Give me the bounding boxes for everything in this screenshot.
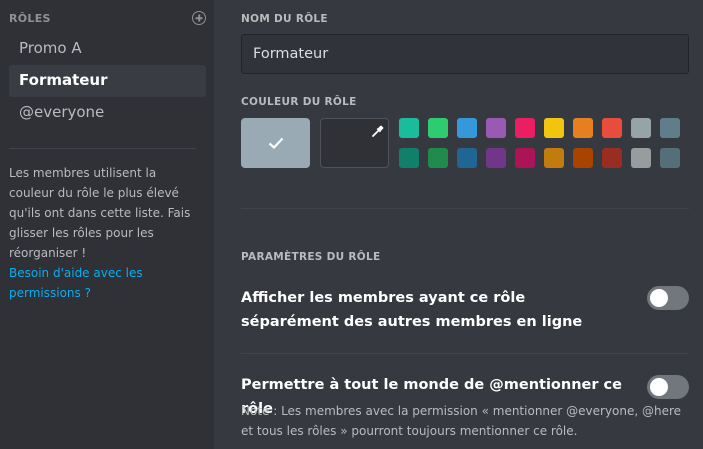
setting-divider [241, 353, 689, 354]
color-swatch-3[interactable] [457, 118, 477, 138]
role-settings-label: PARAMÈTRES DU RÔLE [241, 251, 381, 263]
check-icon [268, 137, 284, 149]
add-role-icon[interactable] [192, 11, 206, 25]
color-swatch-17[interactable] [573, 148, 593, 168]
custom-color-swatch[interactable] [320, 118, 389, 168]
separate-display-setting-label: Afficher les membres ayant ce rôle sépar… [241, 290, 583, 330]
permissions-help-link[interactable]: Besoin d'aide avec les permissions ? [9, 263, 204, 303]
role-color-label: COULEUR DU RÔLE [241, 96, 357, 108]
toggle-knob [650, 378, 668, 396]
roles-header: RÔLES [9, 11, 206, 25]
color-swatch-2[interactable] [428, 118, 448, 138]
role-list: Promo A Formateur @everyone [9, 33, 206, 129]
role-order-help-text: Les membres utilisent la couleur du rôle… [9, 166, 191, 260]
toggle-knob [650, 289, 668, 307]
sidebar-divider [9, 148, 196, 149]
role-settings-panel: NOM DU RÔLE COULEUR DU RÔLE PARAMÈTRES D… [241, 0, 689, 449]
role-item-promo-a[interactable]: Promo A [9, 33, 206, 65]
color-swatch-15[interactable] [515, 148, 535, 168]
color-swatch-5[interactable] [515, 118, 535, 138]
color-swatch-13[interactable] [457, 148, 477, 168]
color-swatch-14[interactable] [486, 148, 506, 168]
color-swatch-20[interactable] [660, 148, 680, 168]
role-item-formateur[interactable]: Formateur [9, 65, 206, 97]
separate-display-toggle[interactable] [647, 286, 689, 310]
color-swatch-7[interactable] [573, 118, 593, 138]
color-swatch-8[interactable] [602, 118, 622, 138]
roles-sidebar: RÔLES Promo A Formateur @everyone Les me… [0, 0, 214, 449]
color-swatch-4[interactable] [486, 118, 506, 138]
default-color-swatch[interactable] [241, 118, 310, 168]
color-swatch-16[interactable] [544, 148, 564, 168]
color-palette [399, 118, 689, 168]
color-swatch-12[interactable] [428, 148, 448, 168]
mention-note: Note : Les membres avec la permission « … [241, 404, 682, 438]
eyedropper-icon [371, 123, 384, 142]
color-swatch-10[interactable] [660, 118, 680, 138]
role-item-everyone[interactable]: @everyone [9, 97, 206, 129]
color-swatch-1[interactable] [399, 118, 419, 138]
color-swatch-6[interactable] [544, 118, 564, 138]
color-swatch-9[interactable] [631, 118, 651, 138]
roles-header-label: RÔLES [9, 11, 51, 25]
color-swatch-19[interactable] [631, 148, 651, 168]
role-name-label: NOM DU RÔLE [241, 13, 328, 25]
role-name-input[interactable] [241, 34, 689, 74]
section-divider [241, 208, 689, 209]
color-swatch-11[interactable] [399, 148, 419, 168]
mentionable-toggle[interactable] [647, 375, 689, 399]
color-swatch-18[interactable] [602, 148, 622, 168]
